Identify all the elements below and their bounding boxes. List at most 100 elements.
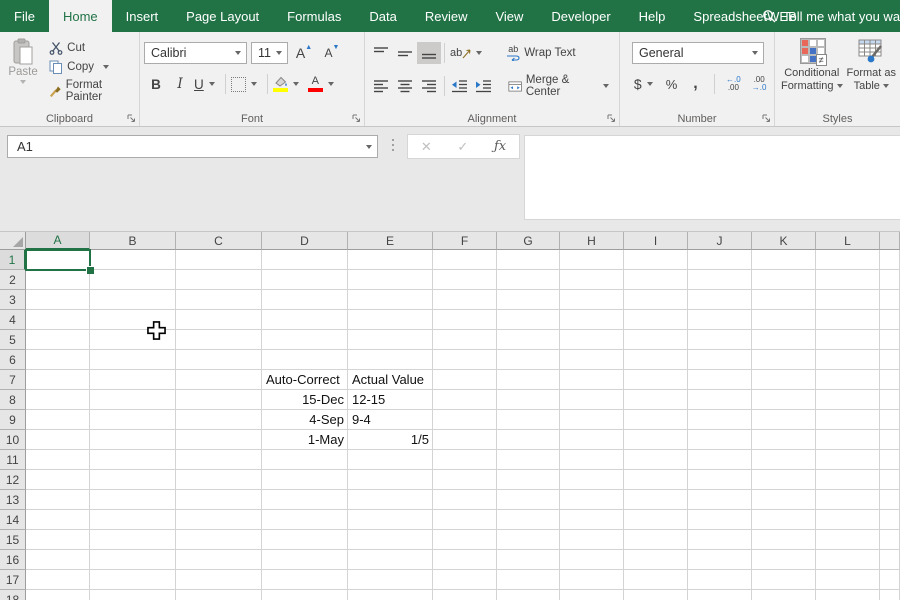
top-align-button[interactable] bbox=[369, 42, 393, 64]
tab-page-layout[interactable]: Page Layout bbox=[172, 0, 273, 32]
cell-H12[interactable] bbox=[560, 470, 624, 490]
cell-G9[interactable] bbox=[497, 410, 560, 430]
cell-B10[interactable] bbox=[90, 430, 176, 450]
cell-H6[interactable] bbox=[560, 350, 624, 370]
cell-I13[interactable] bbox=[624, 490, 688, 510]
comma-style-button[interactable]: , bbox=[684, 73, 708, 95]
cell-K8[interactable] bbox=[752, 390, 816, 410]
cell-A12[interactable] bbox=[26, 470, 90, 490]
cell-D16[interactable] bbox=[262, 550, 348, 570]
row-header-18[interactable]: 18 bbox=[0, 590, 26, 600]
cell-C1[interactable] bbox=[176, 250, 262, 270]
cell-I5[interactable] bbox=[624, 330, 688, 350]
cell-M14[interactable] bbox=[880, 510, 900, 530]
cell-E1[interactable] bbox=[348, 250, 433, 270]
cell-C10[interactable] bbox=[176, 430, 262, 450]
cell-M10[interactable] bbox=[880, 430, 900, 450]
cell-E15[interactable] bbox=[348, 530, 433, 550]
cell-B15[interactable] bbox=[90, 530, 176, 550]
align-center-button[interactable] bbox=[393, 75, 417, 97]
cell-J3[interactable] bbox=[688, 290, 752, 310]
cell-F9[interactable] bbox=[433, 410, 497, 430]
cell-M15[interactable] bbox=[880, 530, 900, 550]
cell-B2[interactable] bbox=[90, 270, 176, 290]
cell-E6[interactable] bbox=[348, 350, 433, 370]
tab-insert[interactable]: Insert bbox=[112, 0, 173, 32]
cell-A6[interactable] bbox=[26, 350, 90, 370]
tab-view[interactable]: View bbox=[481, 0, 537, 32]
column-header-J[interactable]: J bbox=[688, 232, 752, 250]
cell-A9[interactable] bbox=[26, 410, 90, 430]
cell-G1[interactable] bbox=[497, 250, 560, 270]
cell-F2[interactable] bbox=[433, 270, 497, 290]
cell-K2[interactable] bbox=[752, 270, 816, 290]
align-left-button[interactable] bbox=[369, 75, 393, 97]
clipboard-dialog-launcher[interactable] bbox=[126, 113, 136, 123]
cell-M13[interactable] bbox=[880, 490, 900, 510]
cell-G2[interactable] bbox=[497, 270, 560, 290]
cell-K12[interactable] bbox=[752, 470, 816, 490]
cell-E18[interactable] bbox=[348, 590, 433, 600]
cell-J13[interactable] bbox=[688, 490, 752, 510]
cell-F4[interactable] bbox=[433, 310, 497, 330]
cell-E5[interactable] bbox=[348, 330, 433, 350]
cell-L10[interactable] bbox=[816, 430, 880, 450]
cell-M2[interactable] bbox=[880, 270, 900, 290]
cell-A7[interactable] bbox=[26, 370, 90, 390]
tab-home[interactable]: Home bbox=[49, 0, 112, 32]
cell-J7[interactable] bbox=[688, 370, 752, 390]
cell-M4[interactable] bbox=[880, 310, 900, 330]
row-header-7[interactable]: 7 bbox=[0, 370, 26, 390]
column-header-G[interactable]: G bbox=[497, 232, 560, 250]
cell-A16[interactable] bbox=[26, 550, 90, 570]
cell-I16[interactable] bbox=[624, 550, 688, 570]
cell-I3[interactable] bbox=[624, 290, 688, 310]
row-header-5[interactable]: 5 bbox=[0, 330, 26, 350]
cell-L8[interactable] bbox=[816, 390, 880, 410]
row-header-10[interactable]: 10 bbox=[0, 430, 26, 450]
cell-K14[interactable] bbox=[752, 510, 816, 530]
cell-A14[interactable] bbox=[26, 510, 90, 530]
row-header-15[interactable]: 15 bbox=[0, 530, 26, 550]
decrease-decimal-button[interactable]: .00→.0 bbox=[746, 73, 772, 95]
cell-E17[interactable] bbox=[348, 570, 433, 590]
cell-I2[interactable] bbox=[624, 270, 688, 290]
cancel-button[interactable]: ✕ bbox=[421, 139, 432, 155]
row-header-16[interactable]: 16 bbox=[0, 550, 26, 570]
cell-H17[interactable] bbox=[560, 570, 624, 590]
cell-B13[interactable] bbox=[90, 490, 176, 510]
cell-L14[interactable] bbox=[816, 510, 880, 530]
bottom-align-button[interactable] bbox=[417, 42, 441, 64]
italic-button[interactable]: I bbox=[168, 73, 192, 95]
cell-C17[interactable] bbox=[176, 570, 262, 590]
cell-A13[interactable] bbox=[26, 490, 90, 510]
row-header-3[interactable]: 3 bbox=[0, 290, 26, 310]
cell-H3[interactable] bbox=[560, 290, 624, 310]
format-painter-button[interactable]: Format Painter bbox=[46, 77, 137, 105]
font-size-select[interactable]: 11 bbox=[251, 42, 288, 64]
cell-I17[interactable] bbox=[624, 570, 688, 590]
cell-B7[interactable] bbox=[90, 370, 176, 390]
increase-decimal-button[interactable]: ←.0.00 bbox=[721, 73, 747, 95]
cell-F15[interactable] bbox=[433, 530, 497, 550]
cell-I15[interactable] bbox=[624, 530, 688, 550]
cell-L2[interactable] bbox=[816, 270, 880, 290]
select-all-button[interactable] bbox=[0, 232, 26, 250]
row-header-2[interactable]: 2 bbox=[0, 270, 26, 290]
cell-K18[interactable] bbox=[752, 590, 816, 600]
cell-L15[interactable] bbox=[816, 530, 880, 550]
cell-I9[interactable] bbox=[624, 410, 688, 430]
cell-J9[interactable] bbox=[688, 410, 752, 430]
cell-D4[interactable] bbox=[262, 310, 348, 330]
cell-G3[interactable] bbox=[497, 290, 560, 310]
percent-style-button[interactable]: % bbox=[660, 73, 684, 95]
cell-H13[interactable] bbox=[560, 490, 624, 510]
name-box[interactable]: A1 bbox=[7, 135, 378, 158]
tell-me-search[interactable]: Tell me what you wa bbox=[762, 0, 900, 32]
cell-M12[interactable] bbox=[880, 470, 900, 490]
cell-J2[interactable] bbox=[688, 270, 752, 290]
cell-J11[interactable] bbox=[688, 450, 752, 470]
formula-input[interactable] bbox=[524, 135, 900, 220]
fill-color-button[interactable] bbox=[271, 73, 306, 95]
alignment-dialog-launcher[interactable] bbox=[606, 113, 616, 123]
